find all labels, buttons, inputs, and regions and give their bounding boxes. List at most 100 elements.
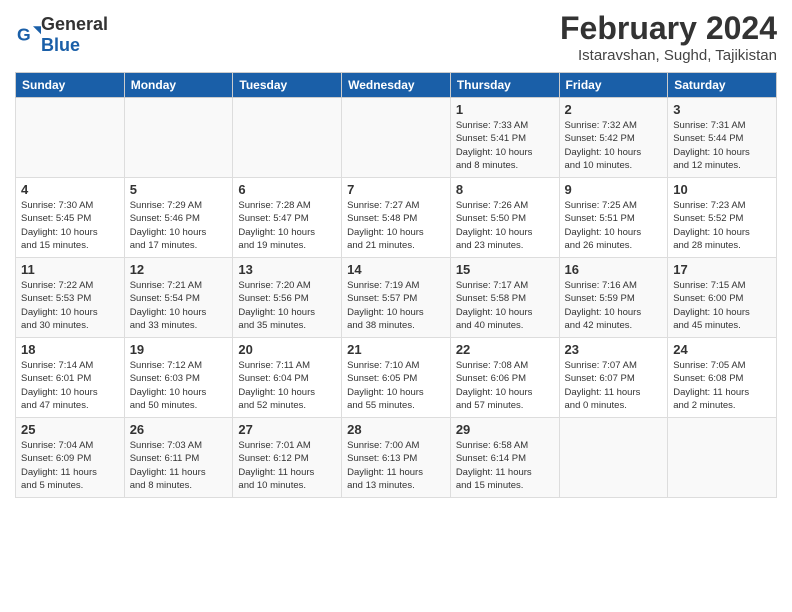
day-number: 4 (21, 182, 119, 197)
calendar-cell: 12Sunrise: 7:21 AM Sunset: 5:54 PM Dayli… (124, 258, 233, 338)
day-number: 7 (347, 182, 445, 197)
calendar-cell: 17Sunrise: 7:15 AM Sunset: 6:00 PM Dayli… (668, 258, 777, 338)
day-info: Sunrise: 7:11 AM Sunset: 6:04 PM Dayligh… (238, 359, 336, 412)
day-info: Sunrise: 7:22 AM Sunset: 5:53 PM Dayligh… (21, 279, 119, 332)
day-number: 1 (456, 102, 554, 117)
day-number: 12 (130, 262, 228, 277)
calendar-cell: 16 Sunrise: 7:16 AM Sunset: 5:59 PM Dayli… (559, 258, 668, 338)
day-number: 14 (347, 262, 445, 277)
calendar-cell: 4 Sunrise: 7:30 AM Sunset: 5:45 PM Daylig… (16, 178, 125, 258)
calendar-cell (559, 418, 668, 498)
day-number: 19 (130, 342, 228, 357)
day-number: 9 (565, 182, 663, 197)
calendar-title: February 2024 (560, 10, 777, 47)
header-thursday: Thursday (450, 73, 559, 98)
day-info: Sunrise: 7:28 AM Sunset: 5:47 PM Dayligh… (238, 199, 336, 252)
title-block: February 2024 Istaravshan, Sughd, Tajiki… (560, 10, 777, 64)
day-number: 13 (238, 262, 336, 277)
day-info: Sunrise: 7:26 AM Sunset: 5:50 PM Dayligh… (456, 199, 554, 252)
calendar-cell: 22 Sunrise: 7:08 AM Sunset: 6:06 PM Dayli… (450, 338, 559, 418)
calendar-cell: 2Sunrise: 7:32 AM Sunset: 5:42 PM Daylig… (559, 98, 668, 178)
day-number: 8 (456, 182, 554, 197)
day-info: Sunrise: 7:19 AM Sunset: 5:57 PM Dayligh… (347, 279, 445, 332)
day-number: 24 (673, 342, 771, 357)
header-wednesday: Wednesday (342, 73, 451, 98)
day-info: Sunrise: 7:12 AM Sunset: 6:03 PM Dayligh… (130, 359, 228, 412)
day-info: Sunrise: 7:17 AM Sunset: 5:58 PM Dayligh… (456, 279, 554, 332)
day-number: 10 (673, 182, 771, 197)
day-info: Sunrise: 7:25 AM Sunset: 5:51 PM Dayligh… (565, 199, 663, 252)
calendar-cell: 6 Sunrise: 7:28 AM Sunset: 5:47 PM Daylig… (233, 178, 342, 258)
calendar-cell: 19 Sunrise: 7:12 AM Sunset: 6:03 PM Dayli… (124, 338, 233, 418)
day-info: Sunrise: 7:03 AM Sunset: 6:11 PM Dayligh… (130, 439, 228, 492)
day-number: 11 (21, 262, 119, 277)
day-number: 5 (130, 182, 228, 197)
day-number: 6 (238, 182, 336, 197)
day-info: Sunrise: 7:23 AM Sunset: 5:52 PM Dayligh… (673, 199, 771, 252)
calendar-cell (124, 98, 233, 178)
day-info: Sunrise: 6:58 AM Sunset: 6:14 PM Dayligh… (456, 439, 554, 492)
header-friday: Friday (559, 73, 668, 98)
calendar-cell: 25 Sunrise: 7:04 AM Sunset: 6:09 PM Dayli… (16, 418, 125, 498)
header-saturday: Saturday (668, 73, 777, 98)
day-number: 22 (456, 342, 554, 357)
day-number: 20 (238, 342, 336, 357)
header: G General Blue February 2024 Istaravshan… (15, 10, 777, 64)
page: G General Blue February 2024 Istaravshan… (0, 0, 792, 508)
day-info: Sunrise: 7:04 AM Sunset: 6:09 PM Dayligh… (21, 439, 119, 492)
calendar-cell: 27Sunrise: 7:01 AM Sunset: 6:12 PM Dayli… (233, 418, 342, 498)
calendar-cell: 8 Sunrise: 7:26 AM Sunset: 5:50 PM Daylig… (450, 178, 559, 258)
calendar-cell: 15 Sunrise: 7:17 AM Sunset: 5:58 PM Dayli… (450, 258, 559, 338)
day-number: 27 (238, 422, 336, 437)
calendar-cell: 24 Sunrise: 7:05 AM Sunset: 6:08 PM Dayli… (668, 338, 777, 418)
day-info: Sunrise: 7:30 AM Sunset: 5:45 PM Dayligh… (21, 199, 119, 252)
day-info: Sunrise: 7:10 AM Sunset: 6:05 PM Dayligh… (347, 359, 445, 412)
day-number: 16 (565, 262, 663, 277)
day-info: Sunrise: 7:15 AM Sunset: 6:00 PM Dayligh… (673, 279, 771, 332)
calendar-cell: 5Sunrise: 7:29 AM Sunset: 5:46 PM Daylig… (124, 178, 233, 258)
day-number: 26 (130, 422, 228, 437)
calendar-subtitle: Istaravshan, Sughd, Tajikistan (560, 47, 777, 64)
day-info: Sunrise: 7:32 AM Sunset: 5:42 PM Dayligh… (565, 119, 663, 172)
logo-blue-text: Blue (41, 35, 80, 55)
calendar-cell: 23 Sunrise: 7:07 AM Sunset: 6:07 PM Dayli… (559, 338, 668, 418)
calendar-cell: 1 Sunrise: 7:33 AM Sunset: 5:41 PM Daylig… (450, 98, 559, 178)
day-number: 21 (347, 342, 445, 357)
day-info: Sunrise: 7:31 AM Sunset: 5:44 PM Dayligh… (673, 119, 771, 172)
day-number: 18 (21, 342, 119, 357)
calendar-cell: 14 Sunrise: 7:19 AM Sunset: 5:57 PM Dayli… (342, 258, 451, 338)
calendar-week-5: 25 Sunrise: 7:04 AM Sunset: 6:09 PM Dayli… (16, 418, 777, 498)
calendar-cell: 10 Sunrise: 7:23 AM Sunset: 5:52 PM Dayli… (668, 178, 777, 258)
calendar-cell: 7 Sunrise: 7:27 AM Sunset: 5:48 PM Daylig… (342, 178, 451, 258)
day-info: Sunrise: 7:00 AM Sunset: 6:13 PM Dayligh… (347, 439, 445, 492)
calendar-cell: 11 Sunrise: 7:22 AM Sunset: 5:53 PM Dayli… (16, 258, 125, 338)
day-info: Sunrise: 7:16 AM Sunset: 5:59 PM Dayligh… (565, 279, 663, 332)
day-info: Sunrise: 7:07 AM Sunset: 6:07 PM Dayligh… (565, 359, 663, 412)
day-info: Sunrise: 7:33 AM Sunset: 5:41 PM Dayligh… (456, 119, 554, 172)
day-number: 3 (673, 102, 771, 117)
day-number: 15 (456, 262, 554, 277)
day-number: 29 (456, 422, 554, 437)
day-info: Sunrise: 7:05 AM Sunset: 6:08 PM Dayligh… (673, 359, 771, 412)
calendar-week-3: 11 Sunrise: 7:22 AM Sunset: 5:53 PM Dayli… (16, 258, 777, 338)
day-info: Sunrise: 7:08 AM Sunset: 6:06 PM Dayligh… (456, 359, 554, 412)
day-info: Sunrise: 7:14 AM Sunset: 6:01 PM Dayligh… (21, 359, 119, 412)
svg-text:G: G (17, 25, 31, 45)
day-number: 28 (347, 422, 445, 437)
calendar-cell (668, 418, 777, 498)
logo: G General Blue (15, 10, 108, 56)
header-tuesday: Tuesday (233, 73, 342, 98)
calendar-cell: 26 Sunrise: 7:03 AM Sunset: 6:11 PM Dayli… (124, 418, 233, 498)
calendar-cell: 28 Sunrise: 7:00 AM Sunset: 6:13 PM Dayli… (342, 418, 451, 498)
calendar-cell (16, 98, 125, 178)
day-info: Sunrise: 7:27 AM Sunset: 5:48 PM Dayligh… (347, 199, 445, 252)
day-number: 25 (21, 422, 119, 437)
calendar-cell: 29 Sunrise: 6:58 AM Sunset: 6:14 PM Dayli… (450, 418, 559, 498)
calendar-week-2: 4 Sunrise: 7:30 AM Sunset: 5:45 PM Daylig… (16, 178, 777, 258)
day-number: 23 (565, 342, 663, 357)
header-monday: Monday (124, 73, 233, 98)
day-info: Sunrise: 7:20 AM Sunset: 5:56 PM Dayligh… (238, 279, 336, 332)
logo-general-text: General (41, 14, 108, 34)
calendar-cell (342, 98, 451, 178)
calendar-cell: 21 Sunrise: 7:10 AM Sunset: 6:05 PM Dayli… (342, 338, 451, 418)
